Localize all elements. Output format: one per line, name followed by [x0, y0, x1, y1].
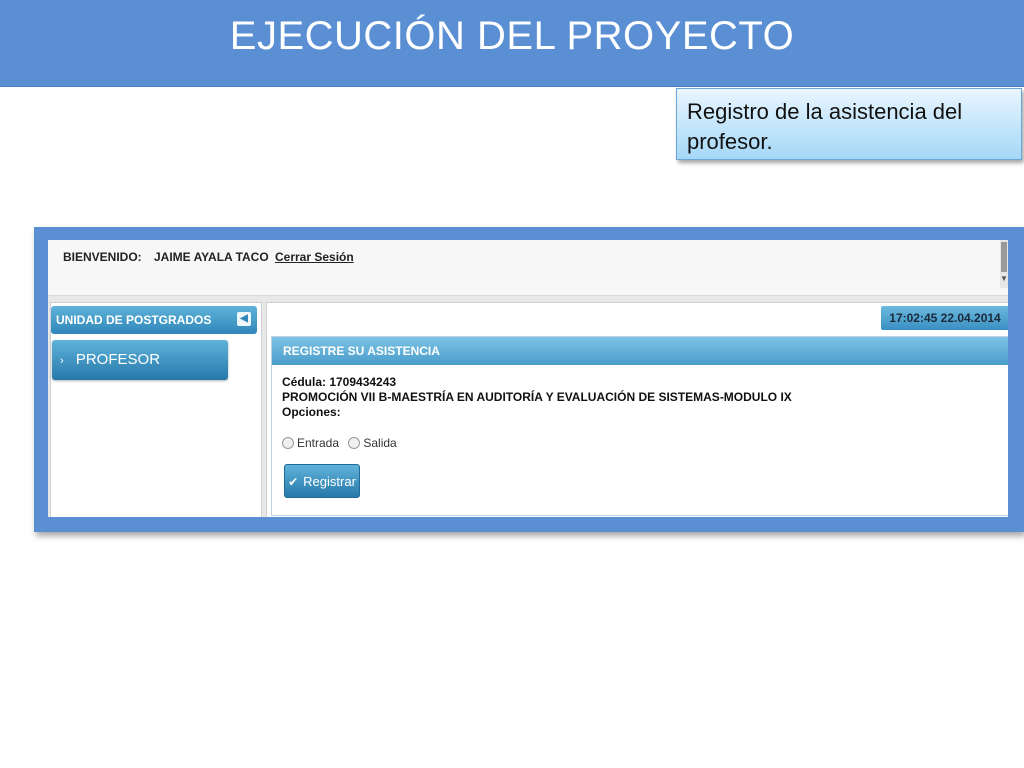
- slide-header: EJECUCIÓN DEL PROYECTO: [0, 0, 1024, 87]
- chevron-left-icon[interactable]: ◀: [237, 312, 251, 326]
- clock-display: 17:02:45 22.04.2014: [881, 306, 1008, 330]
- sidebar-header: UNIDAD DE POSTGRADOS ◀: [51, 306, 257, 334]
- options-label: Opciones:: [282, 405, 341, 419]
- main-area: 17:02:45 22.04.2014 REGISTRE SU ASISTENC…: [266, 302, 1008, 517]
- scroll-down-icon[interactable]: ▼: [1000, 274, 1008, 283]
- register-button[interactable]: ✔ Registrar: [284, 464, 360, 498]
- check-icon: ✔: [288, 475, 299, 489]
- scrollbar[interactable]: ▼: [1000, 240, 1008, 288]
- callout-note: Registro de la asistencia del profesor.: [676, 88, 1022, 160]
- slide-title: EJECUCIÓN DEL PROYECTO: [229, 14, 795, 58]
- cedula-text: Cédula: 1709434243: [282, 375, 397, 389]
- logout-link[interactable]: Cerrar Sesión: [275, 250, 354, 264]
- attendance-panel: REGISTRE SU ASISTENCIA Cédula: 170943424…: [271, 336, 1008, 516]
- scrollbar-thumb[interactable]: [1001, 242, 1007, 272]
- chevron-right-icon: ›: [60, 355, 64, 367]
- app-window: BIENVENIDO: JAIME AYALA TACO Cerrar Sesi…: [48, 240, 1008, 517]
- radio-entrada[interactable]: [282, 436, 294, 449]
- register-button-label: Registrar: [303, 474, 356, 489]
- radio-salida-label[interactable]: Salida: [363, 436, 396, 450]
- radio-entrada-label[interactable]: Entrada: [297, 436, 339, 450]
- welcome-label: BIENVENIDO:: [63, 250, 142, 264]
- promotion-text: PROMOCIÓN VII B-MAESTRÍA EN AUDITORÍA Y …: [282, 390, 792, 404]
- sidebar-item-profesor[interactable]: › PROFESOR: [52, 340, 228, 380]
- radio-salida[interactable]: [348, 436, 361, 449]
- options-radio-group: Entrada Salida: [282, 435, 403, 450]
- sidebar-item-label: PROFESOR: [75, 351, 161, 368]
- panel-body: Cédula: 1709434243 PROMOCIÓN VII B-MAEST…: [282, 375, 1002, 420]
- username: JAIME AYALA TACO: [154, 250, 269, 264]
- panel-header: REGISTRE SU ASISTENCIA: [272, 337, 1008, 365]
- sidebar-title: UNIDAD DE POSTGRADOS: [56, 313, 212, 327]
- sidebar: UNIDAD DE POSTGRADOS ◀ › PROFESOR: [50, 302, 262, 517]
- top-bar: BIENVENIDO: JAIME AYALA TACO Cerrar Sesi…: [48, 240, 1008, 296]
- screenshot-frame: BIENVENIDO: JAIME AYALA TACO Cerrar Sesi…: [34, 227, 1024, 532]
